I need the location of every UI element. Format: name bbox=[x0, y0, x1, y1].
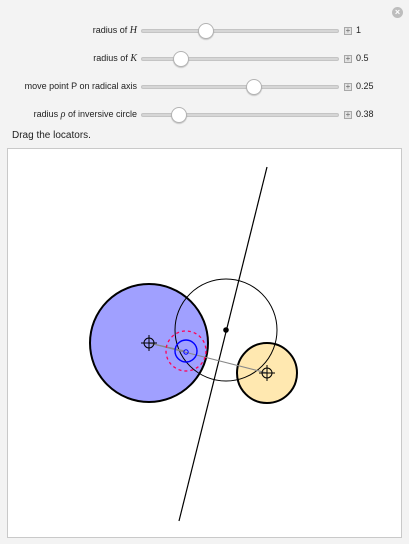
move-point-p-slider-thumb[interactable] bbox=[245, 79, 262, 95]
radius-h-slider[interactable] bbox=[141, 29, 339, 33]
move-point-p-control: move point P on radical axis + 0.25 bbox=[0, 78, 409, 96]
radius-k-slider-thumb[interactable] bbox=[172, 51, 189, 67]
move-point-p-label: move point P on radical axis bbox=[24, 81, 137, 91]
point-p bbox=[223, 327, 229, 333]
radius-h-label: radius of H bbox=[92, 25, 137, 36]
close-icon[interactable]: × bbox=[392, 7, 403, 18]
plus-icon[interactable]: + bbox=[344, 111, 352, 119]
plus-icon[interactable]: + bbox=[344, 55, 352, 63]
plus-icon[interactable]: + bbox=[344, 83, 352, 91]
instruction-text: Drag the locators. bbox=[12, 130, 91, 141]
radius-rho-control: radius ρ of inversive circle + 0.38 bbox=[0, 106, 409, 124]
radius-h-slider-thumb[interactable] bbox=[198, 23, 215, 39]
radius-h-value: 1 bbox=[356, 25, 362, 35]
radius-rho-label: radius ρ of inversive circle bbox=[33, 109, 137, 120]
geometry-canvas bbox=[7, 148, 402, 538]
radius-k-value: 0.5 bbox=[356, 53, 369, 63]
radius-k-slider[interactable] bbox=[141, 57, 339, 61]
radius-rho-value: 0.38 bbox=[356, 109, 374, 119]
plus-icon[interactable]: + bbox=[344, 27, 352, 35]
radius-k-label: radius of K bbox=[93, 53, 137, 64]
radius-k-control: radius of K + 0.5 bbox=[0, 50, 409, 68]
radius-rho-slider-thumb[interactable] bbox=[170, 107, 187, 123]
move-point-p-slider[interactable] bbox=[141, 85, 339, 89]
move-point-p-value: 0.25 bbox=[356, 81, 374, 91]
radius-h-control: radius of H + 1 bbox=[0, 22, 409, 40]
geometry-drawing bbox=[89, 166, 298, 522]
